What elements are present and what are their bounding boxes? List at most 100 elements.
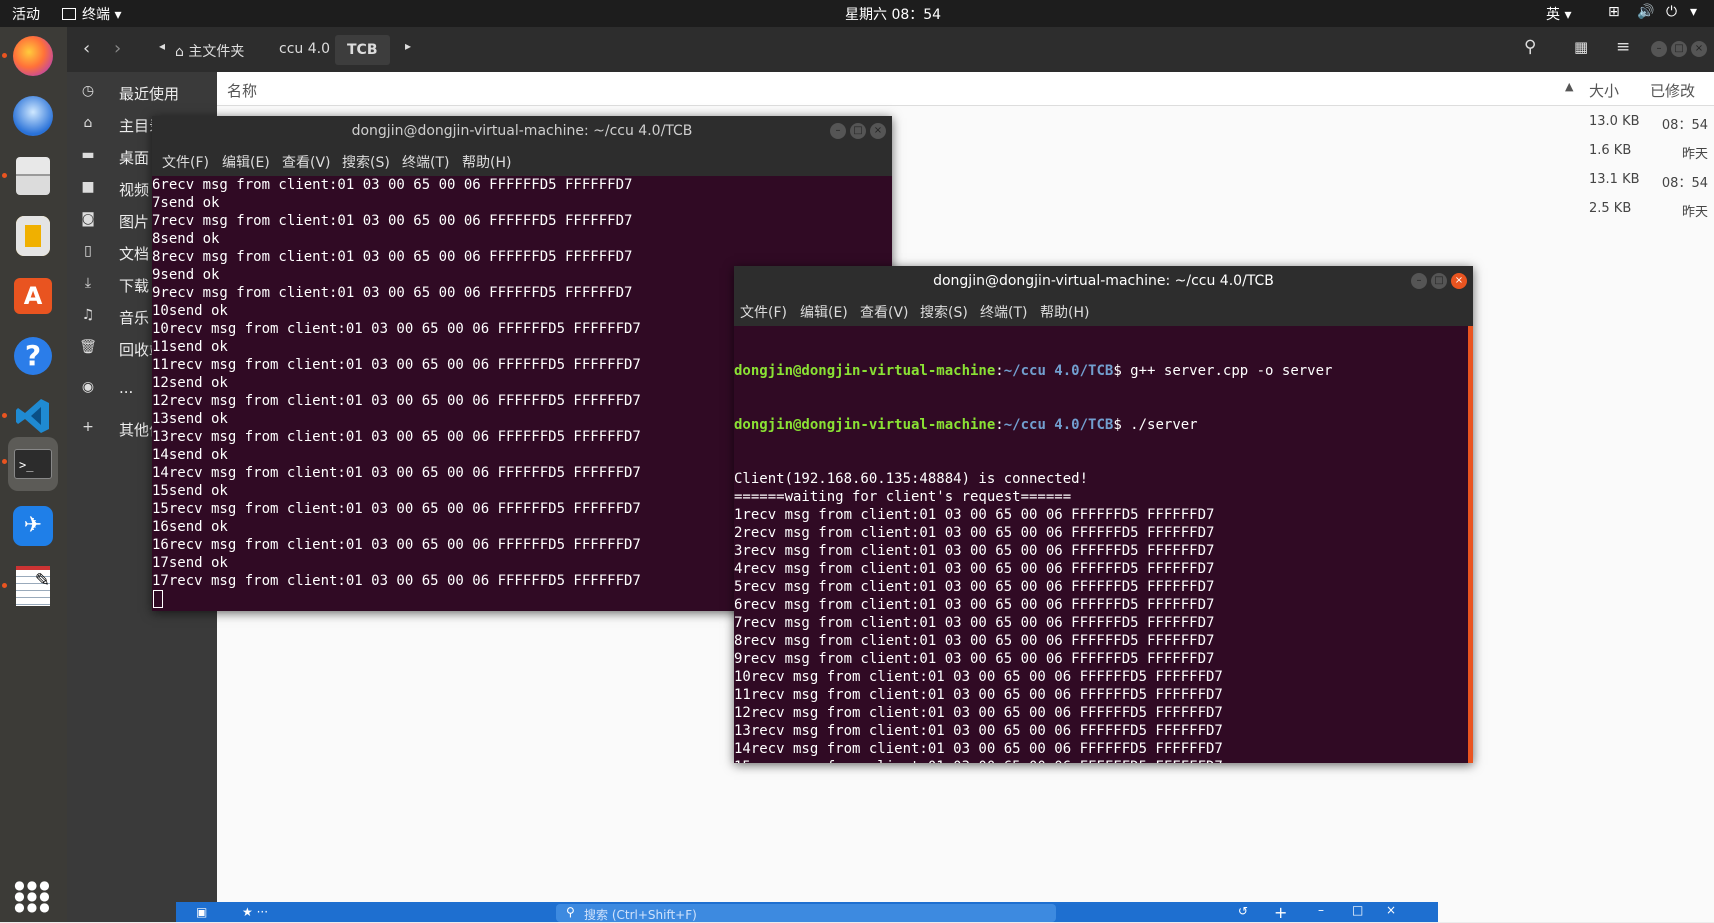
terminal-output[interactable]: dongjin@dongjin-virtual-machine:~/ccu 4.… — [734, 326, 1473, 763]
file-size: 2.5 KB — [1589, 201, 1632, 216]
close-button[interactable]: × — [870, 123, 886, 139]
vscode-launcher[interactable] — [2, 391, 58, 441]
file-modified: 08：54 — [1661, 176, 1708, 191]
menu-edit[interactable]: 编辑(E) — [222, 152, 270, 172]
minimize-icon[interactable]: – — [1318, 903, 1324, 917]
sidebar-item-label: ... — [119, 379, 134, 397]
command-line: dongjin@dongjin-virtual-machine:~/ccu 4.… — [734, 363, 1333, 379]
sidebar-item-label: 视频 — [119, 181, 150, 199]
menu-terminal[interactable]: 终端(T) — [402, 152, 449, 172]
forward-arrow-icon[interactable]: › — [114, 38, 121, 59]
volume-icon[interactable]: 🔊 — [1637, 4, 1654, 20]
search-icon[interactable]: ⚲ — [1524, 37, 1536, 57]
terminal-launcher[interactable]: >_ — [2, 437, 58, 491]
maximize-button[interactable]: □ — [850, 123, 866, 139]
download-icon: ⤓ — [84, 275, 92, 291]
maximize-button[interactable]: □ — [1671, 41, 1687, 57]
breadcrumb-home[interactable]: ⌂ 主文件夹 — [175, 41, 244, 61]
window-thumbnail-icon[interactable]: ▣ — [196, 905, 207, 919]
app-menu[interactable]: 终端 ▾ — [62, 4, 121, 24]
files-launcher[interactable] — [2, 151, 58, 201]
maximize-icon[interactable]: □ — [1352, 903, 1363, 917]
menu-terminal[interactable]: 终端(T) — [980, 302, 1027, 322]
firefox-launcher[interactable] — [2, 31, 58, 81]
taskbar-item[interactable]: ★ ··· — [242, 905, 268, 919]
software-launcher[interactable]: A — [8, 271, 58, 321]
network-icon[interactable]: ⊞ — [1608, 4, 1620, 20]
sidebar-item-label: 图片 — [119, 213, 150, 231]
menu-search[interactable]: 搜索(S) — [920, 302, 968, 322]
show-apps-button[interactable]: ●●● ●●● ●●● — [8, 871, 58, 921]
file-manager-headerbar: ‹ › ◂ ⌂ 主文件夹 ccu 4.0 TCB ▸ ⚲ ▦ ≡ – □ × — [67, 27, 1714, 72]
grid-view-icon[interactable]: ▦ — [1574, 38, 1588, 56]
back-arrow-icon[interactable]: ‹ — [83, 38, 90, 59]
path-left-arrow-icon[interactable]: ◂ — [159, 39, 165, 53]
terminal-line: 15recv msg from client:01 03 00 65 00 06… — [734, 758, 1473, 763]
file-size: 13.0 KB — [1589, 114, 1640, 129]
modified-column-header[interactable]: 已修改 — [1650, 80, 1695, 101]
terminal-line: 7recv msg from client:01 03 00 65 00 06 … — [734, 615, 1215, 631]
help-launcher[interactable]: ? — [8, 331, 58, 381]
terminal-window-server[interactable]: dongjin@dongjin-virtual-machine: ~/ccu 4… — [734, 266, 1473, 763]
menu-edit[interactable]: 编辑(E) — [800, 302, 848, 322]
terminal-line: 2recv msg from client:01 03 00 65 00 06 … — [734, 525, 1215, 541]
rhythmbox-launcher[interactable] — [8, 211, 58, 261]
menu-help[interactable]: 帮助(H) — [462, 152, 511, 172]
path-right-arrow-icon[interactable]: ▸ — [405, 39, 411, 53]
menu-view[interactable]: 查看(V) — [860, 302, 909, 322]
menu-search[interactable]: 搜索(S) — [342, 152, 390, 172]
terminal-line: 14recv msg from client:01 03 00 65 00 06… — [734, 741, 1223, 757]
menu-icon[interactable]: ≡ — [1616, 37, 1630, 57]
sort-ascending-icon[interactable]: ▲ — [1565, 80, 1573, 93]
minimize-button[interactable]: – — [1651, 41, 1667, 57]
command-text: $ g++ server.cpp -o server — [1113, 363, 1333, 379]
video-icon: ■ — [81, 179, 95, 195]
file-size: 1.6 KB — [1589, 143, 1632, 158]
minimize-button[interactable]: – — [830, 123, 846, 139]
size-column-header[interactable]: 大小 — [1589, 80, 1619, 101]
terminal-title-bar[interactable]: dongjin@dongjin-virtual-machine: ~/ccu 4… — [734, 266, 1473, 296]
sidebar-item-label: 文档 — [119, 245, 150, 263]
menu-help[interactable]: 帮助(H) — [1040, 302, 1089, 322]
plus-icon[interactable]: + — [1274, 903, 1287, 922]
terminal-title-bar[interactable]: dongjin@dongjin-virtual-machine: ~/ccu 4… — [152, 116, 892, 146]
close-icon[interactable]: × — [1386, 903, 1396, 917]
bottom-taskbar: ▣ ★ ··· ⚲ 搜索 (Ctrl+Shift+F) ↺ + – □ × — [176, 902, 1438, 922]
menu-file[interactable]: 文件(F) — [740, 302, 787, 322]
home-icon: ⌂ — [83, 115, 93, 131]
input-method-indicator[interactable]: 英 ▾ — [1546, 4, 1571, 24]
close-button[interactable]: × — [1451, 273, 1467, 289]
menu-file[interactable]: 文件(F) — [162, 152, 209, 172]
breadcrumb-ccu[interactable]: ccu 4.0 — [279, 41, 330, 57]
thunderbird-launcher[interactable] — [8, 91, 58, 141]
chevron-down-icon[interactable]: ▾ — [1690, 4, 1697, 20]
terminal-line: Client(192.168.60.135:48884) is connecte… — [734, 471, 1089, 487]
minimize-button[interactable]: – — [1411, 273, 1427, 289]
text-editor-launcher[interactable]: ✎ — [2, 561, 58, 611]
terminal-scrollbar[interactable] — [1468, 326, 1473, 763]
sidebar-item-label: 下载 — [119, 277, 150, 295]
clock[interactable]: 星期六 08：54 — [845, 4, 941, 24]
music-icon: ♫ — [81, 307, 95, 323]
terminal-line: ======waiting for client's request====== — [734, 489, 1072, 505]
search-box[interactable]: ⚲ 搜索 (Ctrl+Shift+F) — [556, 904, 1056, 922]
sidebar-item-recent[interactable]: ◷ 最近使用 — [67, 78, 217, 106]
breadcrumb-tcb[interactable]: TCB — [335, 35, 390, 65]
clock-icon: ◷ — [81, 83, 95, 99]
menu-view[interactable]: 查看(V) — [282, 152, 331, 172]
terminal-line: 9recv msg from client:01 03 00 65 00 06 … — [734, 651, 1215, 667]
power-icon[interactable]: ⏻ — [1666, 4, 1677, 20]
search-icon: ⚲ — [566, 905, 575, 919]
maximize-button[interactable]: □ — [1431, 273, 1447, 289]
terminal-cursor — [153, 590, 163, 608]
terminal-line: 8recv msg from client:01 03 00 65 00 06 … — [734, 633, 1215, 649]
sidebar-item-label: 桌面 — [119, 149, 150, 167]
activities-button[interactable]: 活动 — [12, 4, 40, 24]
terminal-small-icon — [62, 8, 76, 20]
close-button[interactable]: × — [1691, 41, 1707, 57]
name-column-header[interactable]: 名称 — [227, 80, 257, 101]
running-indicator — [2, 583, 7, 588]
history-icon[interactable]: ↺ — [1238, 904, 1248, 918]
terminal-line: 4recv msg from client:01 03 00 65 00 06 … — [734, 561, 1215, 577]
feishu-launcher[interactable]: ✈ — [8, 501, 58, 551]
